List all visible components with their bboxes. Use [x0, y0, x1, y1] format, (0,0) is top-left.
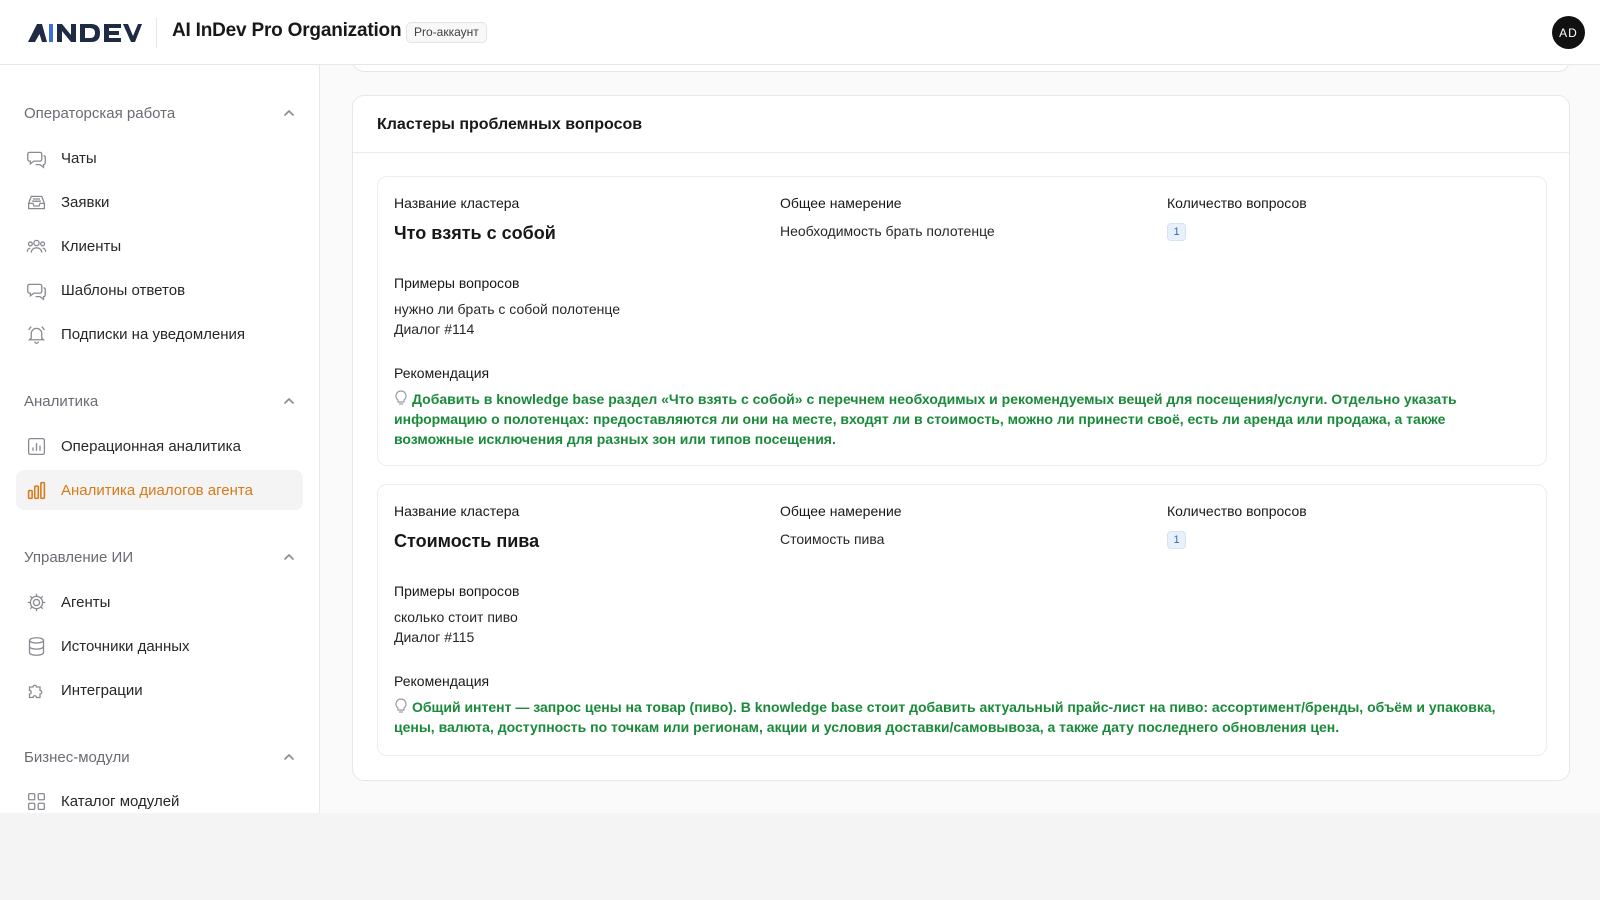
sidebar-item-data-sources[interactable]: Источники данных	[16, 626, 303, 666]
section-ai-management[interactable]: Управление ИИ	[24, 545, 296, 569]
cluster-name: Что взять с собой	[394, 223, 556, 243]
section-operator-work[interactable]: Операторская работа	[24, 101, 296, 125]
section-business-modules[interactable]: Бизнес-модули	[24, 745, 296, 769]
sidebar-item-agent-dialog-analytics[interactable]: Аналитика диалогов агента	[16, 470, 303, 510]
inbox-icon	[25, 191, 47, 213]
chevron-up-icon	[284, 110, 294, 116]
user-avatar[interactable]: AD	[1552, 16, 1585, 49]
sidebar-item-label: Чаты	[61, 149, 97, 167]
example-question: сколько стоит пиво	[394, 609, 518, 625]
sidebar-item-label: Каталог модулей	[61, 792, 180, 810]
sidebar-item-label: Операционная аналитика	[61, 437, 241, 455]
main-content[interactable]: Кластеры проблемных вопросов Название кл…	[320, 65, 1600, 813]
examples-label: Примеры вопросов	[394, 275, 520, 291]
sidebar-item-clients[interactable]: Клиенты	[16, 226, 303, 266]
sidebar-item-label: Интеграции	[61, 681, 143, 699]
sidebar-item-module-catalog[interactable]: Каталог модулей	[16, 781, 303, 813]
users-icon	[25, 235, 47, 257]
puzzle-icon	[25, 679, 47, 701]
sidebar-item-chats[interactable]: Чаты	[16, 138, 303, 178]
chat-icon	[25, 147, 47, 169]
gear-icon	[25, 591, 47, 613]
intent-value: Необходимость брать полотенце	[780, 223, 995, 239]
example-dialog-link[interactable]: Диалог #114	[394, 319, 620, 339]
sidebar-item-agents[interactable]: Агенты	[16, 582, 303, 622]
top-header: AI InDev Pro Organization Pro-аккаунт AD	[0, 0, 1600, 65]
organization-name: AI InDev Pro Organization	[172, 20, 402, 41]
cluster-card: Название кластера Стоимость пива Общее н…	[377, 484, 1547, 756]
card-title: Кластеры проблемных вопросов	[377, 116, 643, 133]
sidebar-item-label: Подписки на уведомления	[61, 325, 246, 343]
lightbulb-icon	[395, 698, 407, 713]
message-template-icon	[25, 279, 47, 301]
count-badge: 1	[1167, 223, 1186, 241]
sidebar-item-label: Клиенты	[61, 237, 122, 255]
intent-value: Стоимость пива	[780, 531, 885, 547]
count-badge: 1	[1167, 531, 1186, 549]
cluster-card: Название кластера Что взять с собой Обще…	[377, 176, 1547, 466]
sidebar-item-label: Аналитика диалогов агента	[61, 481, 253, 499]
database-icon	[25, 635, 47, 657]
recommendation-label: Рекомендация	[394, 673, 490, 689]
section-title: Операторская работа	[24, 104, 176, 122]
intent-label: Общее намерение	[780, 195, 902, 211]
sidebar-item-label: Заявки	[61, 193, 110, 211]
header-divider	[156, 18, 157, 48]
section-title: Бизнес-модули	[24, 748, 130, 766]
example-dialog-link[interactable]: Диалог #115	[394, 627, 518, 647]
recommendation-text: Общий интент — запрос цены на товар (пив…	[394, 697, 1524, 737]
cluster-name-label: Название кластера	[394, 195, 520, 211]
aindev-logo[interactable]	[28, 22, 142, 44]
chevron-up-icon	[284, 554, 294, 560]
examples-list: нужно ли брать с собой полотенце Диалог …	[394, 299, 620, 339]
analytics-icon	[25, 479, 47, 501]
sidebar-item-requests[interactable]: Заявки	[16, 182, 303, 222]
recommendation-body: Добавить в knowledge base раздел «Что вз…	[394, 391, 1457, 447]
account-type-badge: Pro-аккаунт	[406, 22, 487, 43]
examples-list: сколько стоит пиво Диалог #115	[394, 607, 518, 647]
grid-icon	[25, 790, 47, 812]
recommendation-body: Общий интент — запрос цены на товар (пив…	[394, 699, 1496, 735]
chevron-up-icon	[284, 398, 294, 404]
count-label: Количество вопросов	[1167, 195, 1307, 211]
sidebar-item-integrations[interactable]: Интеграции	[16, 670, 303, 710]
problem-clusters-card: Кластеры проблемных вопросов Название кл…	[352, 95, 1570, 781]
example-question: нужно ли брать с собой полотенце	[394, 301, 621, 317]
sidebar-item-label: Агенты	[61, 593, 111, 611]
recommendation-label: Рекомендация	[394, 365, 490, 381]
sidebar: Операторская работа Чаты Заявки Клиенты …	[0, 65, 320, 813]
section-title: Аналитика	[24, 392, 99, 410]
chevron-up-icon	[284, 754, 294, 760]
sidebar-item-label: Шаблоны ответов	[61, 281, 186, 299]
sidebar-item-operational-analytics[interactable]: Операционная аналитика	[16, 426, 303, 466]
previous-card-edge	[352, 65, 1570, 72]
recommendation-text: Добавить в knowledge base раздел «Что вз…	[394, 389, 1524, 449]
lightbulb-icon	[395, 390, 407, 405]
bar-chart-icon	[25, 435, 47, 457]
bell-icon	[25, 323, 47, 345]
sidebar-item-label: Источники данных	[61, 637, 190, 655]
sidebar-item-reply-templates[interactable]: Шаблоны ответов	[16, 270, 303, 310]
section-analytics[interactable]: Аналитика	[24, 389, 296, 413]
sidebar-item-notification-subscriptions[interactable]: Подписки на уведомления	[16, 314, 303, 354]
examples-label: Примеры вопросов	[394, 583, 520, 599]
count-label: Количество вопросов	[1167, 503, 1307, 519]
cluster-name: Стоимость пива	[394, 531, 540, 551]
cluster-name-label: Название кластера	[394, 503, 520, 519]
section-title: Управление ИИ	[24, 548, 134, 566]
card-divider	[353, 152, 1569, 153]
intent-label: Общее намерение	[780, 503, 902, 519]
